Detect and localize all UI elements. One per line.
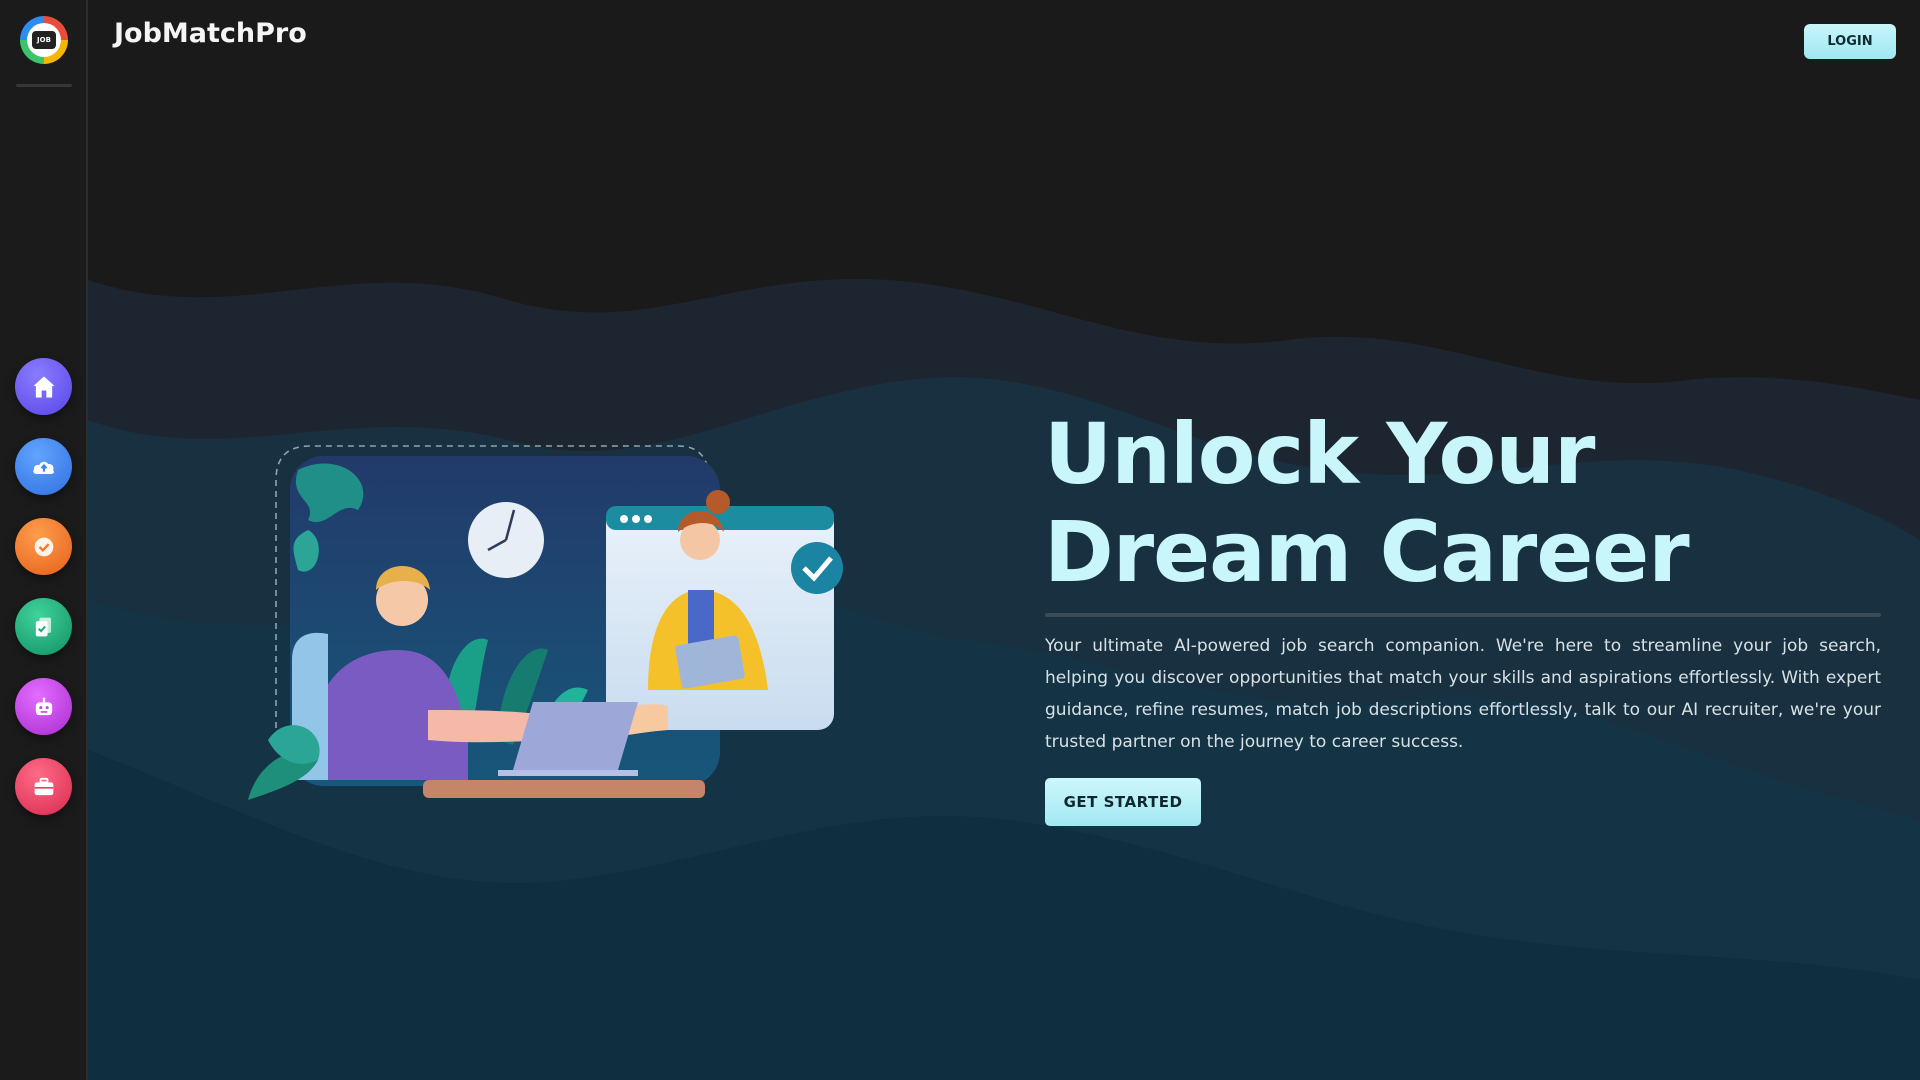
handshake-video-call-illustration — [248, 445, 843, 800]
sidebar-item-ai-recruiter[interactable] — [15, 678, 72, 735]
sidebar-item-home[interactable] — [15, 358, 72, 415]
sidebar-divider — [16, 84, 72, 87]
sidebar-item-check[interactable] — [15, 518, 72, 575]
hero-divider — [1045, 613, 1881, 617]
get-started-button[interactable]: GET STARTED — [1045, 778, 1201, 826]
logo-text: JOB — [32, 31, 56, 49]
brand-name[interactable]: JobMatchPro — [114, 18, 307, 49]
logo-inner: JOB — [27, 23, 61, 57]
check-badge-icon — [34, 537, 53, 556]
sidebar: JOB — [0, 0, 88, 1080]
clipboard-check-icon — [35, 617, 51, 636]
sidebar-item-documents[interactable] — [15, 598, 72, 655]
login-button[interactable]: LOGIN — [1804, 24, 1896, 59]
sidebar-item-jobs[interactable] — [15, 758, 72, 815]
sidebar-item-upload[interactable] — [15, 438, 72, 495]
cloud-upload-icon — [32, 461, 54, 474]
hero-title: Unlock Your Dream Career — [1044, 405, 1690, 601]
briefcase-icon — [34, 777, 53, 795]
hero-description: Your ultimate AI-powered job search comp… — [1045, 636, 1881, 752]
robot-icon — [35, 697, 52, 715]
home-icon — [33, 376, 54, 397]
job-logo-icon[interactable]: JOB — [20, 16, 68, 64]
